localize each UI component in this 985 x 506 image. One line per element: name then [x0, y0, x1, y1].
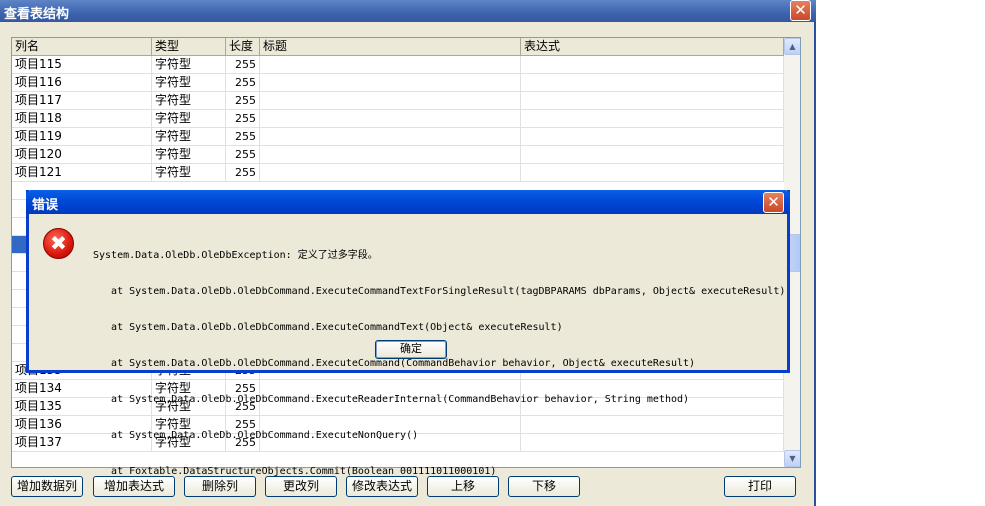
field-expression-cell[interactable] [521, 146, 784, 164]
field-length-cell[interactable]: 255 [226, 128, 260, 146]
table-row[interactable]: 项目117 字符型 255 [12, 92, 784, 110]
field-name-cell[interactable]: 项目120 [12, 146, 152, 164]
table-row[interactable]: 项目115 字符型 255 [12, 56, 784, 74]
field-caption-cell[interactable] [260, 110, 521, 128]
field-name-cell[interactable]: 项目119 [12, 128, 152, 146]
column-header-name[interactable]: 列名 [12, 38, 152, 56]
add-field-button[interactable]: 增加数据列 [11, 476, 83, 497]
error-message-line: at System.Data.OleDb.OleDbCommand.Execut… [93, 286, 786, 297]
window-title: 查看表结构 [4, 7, 70, 22]
field-name-cell[interactable]: 项目117 [12, 92, 152, 110]
field-name-cell[interactable]: 项目116 [12, 74, 152, 92]
field-caption-cell[interactable] [260, 74, 521, 92]
table-row[interactable]: 项目116 字符型 255 [12, 74, 784, 92]
field-type-cell[interactable]: 字符型 [152, 164, 226, 182]
table-row[interactable]: 项目118 字符型 255 [12, 110, 784, 128]
field-length-cell[interactable]: 255 [226, 92, 260, 110]
field-length-cell[interactable]: 255 [226, 74, 260, 92]
field-name-cell[interactable]: 项目121 [12, 164, 152, 182]
field-expression-cell[interactable] [521, 164, 784, 182]
error-dialog: 错误 ✕ ✖ System.Data.OleDb.OleDbException:… [26, 190, 790, 477]
ok-button[interactable]: 确定 [375, 340, 447, 359]
error-message-line: at Foxtable.DataStructureObjects.Commit(… [93, 466, 497, 477]
field-expression-cell[interactable] [521, 74, 784, 92]
field-length-cell[interactable]: 255 [226, 110, 260, 128]
error-icon: ✖ [43, 228, 74, 259]
field-type-cell[interactable]: 字符型 [152, 56, 226, 74]
field-type-cell[interactable]: 字符型 [152, 146, 226, 164]
error-message-line: System.Data.OleDb.OleDbException: 定义了过多字… [93, 250, 378, 261]
field-caption-cell[interactable] [260, 164, 521, 182]
field-type-cell[interactable]: 字符型 [152, 74, 226, 92]
error-message-line: at System.Data.OleDb.OleDbCommand.Execut… [93, 358, 696, 369]
table-row[interactable]: 项目121 字符型 255 [12, 164, 784, 182]
field-expression-cell[interactable] [521, 128, 784, 146]
field-caption-cell[interactable] [260, 128, 521, 146]
column-header-length[interactable]: 长度 [226, 38, 260, 56]
column-header-caption[interactable]: 标题 [260, 38, 521, 56]
column-header-type[interactable]: 类型 [152, 38, 226, 56]
scroll-up-button[interactable]: ▲ [784, 38, 800, 55]
field-name-cell[interactable]: 项目115 [12, 56, 152, 74]
field-caption-cell[interactable] [260, 56, 521, 74]
field-length-cell[interactable]: 255 [226, 56, 260, 74]
window-close-button[interactable]: ✕ [790, 0, 811, 21]
table-row[interactable]: 项目119 字符型 255 [12, 128, 784, 146]
error-message-line: at System.Data.OleDb.OleDbCommand.Execut… [93, 394, 690, 405]
field-length-cell[interactable]: 255 [226, 146, 260, 164]
error-message-line: at System.Data.OleDb.OleDbCommand.Execut… [93, 430, 419, 441]
field-length-cell[interactable]: 255 [226, 164, 260, 182]
field-expression-cell[interactable] [521, 110, 784, 128]
grid-header: 列名 类型 长度 标题 表达式 [12, 38, 784, 56]
field-expression-cell[interactable] [521, 56, 784, 74]
error-dialog-titlebar[interactable]: 错误 ✕ [26, 190, 790, 214]
column-header-expression[interactable]: 表达式 [521, 38, 784, 56]
field-caption-cell[interactable] [260, 146, 521, 164]
error-dialog-title: 错误 [32, 198, 59, 213]
field-name-cell[interactable]: 项目118 [12, 110, 152, 128]
error-message: System.Data.OleDb.OleDbException: 定义了过多字… [93, 226, 785, 502]
table-row[interactable]: 项目120 字符型 255 [12, 146, 784, 164]
scroll-down-button[interactable]: ▼ [784, 450, 800, 467]
error-dialog-close-button[interactable]: ✕ [763, 192, 784, 213]
field-type-cell[interactable]: 字符型 [152, 92, 226, 110]
field-expression-cell[interactable] [521, 92, 784, 110]
field-type-cell[interactable]: 字符型 [152, 110, 226, 128]
window-titlebar[interactable]: 查看表结构 ✕ [0, 0, 816, 22]
error-message-line: at System.Data.OleDb.OleDbCommand.Execut… [93, 322, 563, 333]
field-caption-cell[interactable] [260, 92, 521, 110]
field-type-cell[interactable]: 字符型 [152, 128, 226, 146]
